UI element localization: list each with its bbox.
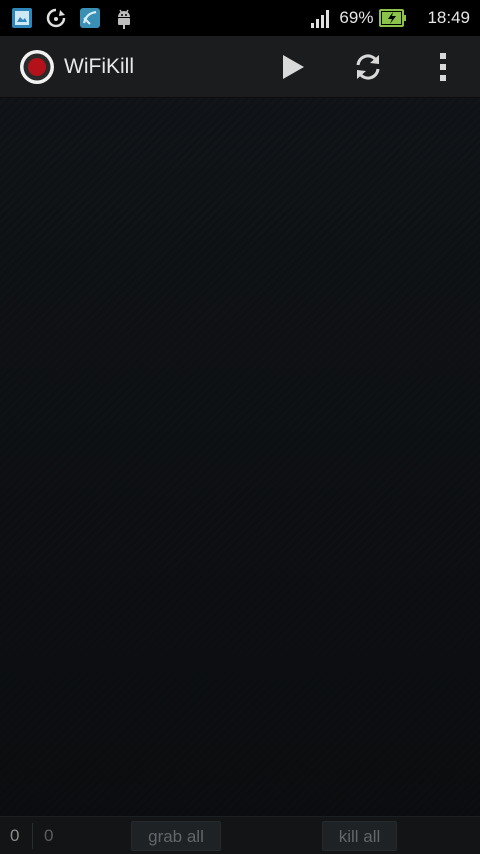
app-notification-icon (80, 8, 100, 28)
device-count: 0 (10, 826, 20, 845)
screen: 69% 18:49 WiFiKill 0 0 grab all kill all (0, 0, 480, 854)
bottom-bar: 0 0 grab all kill all (0, 816, 480, 854)
battery-charging-icon (379, 9, 407, 27)
kill-all-button[interactable]: kill all (322, 821, 397, 851)
record-logo-icon[interactable] (18, 48, 56, 86)
status-bar: 69% 18:49 (0, 0, 480, 36)
refresh-icon (356, 53, 379, 80)
system-status: 69% 18:49 (309, 6, 470, 30)
overflow-menu-icon (439, 52, 446, 81)
refresh-button[interactable] (330, 36, 405, 98)
android-debug-icon (118, 9, 130, 29)
sync-notification-icon (46, 8, 66, 28)
grab-all-button[interactable]: grab all (131, 821, 221, 851)
count-divider (32, 823, 33, 849)
battery-percent: 69% (339, 8, 374, 27)
clock: 18:49 (427, 8, 470, 27)
play-button[interactable] (255, 36, 330, 98)
action-bar: WiFiKill (0, 36, 480, 98)
killed-count: 0 (44, 826, 54, 845)
notification-icons (10, 6, 136, 30)
device-list (0, 98, 480, 816)
action-bar-actions (255, 36, 480, 98)
photo-notification-icon (12, 8, 32, 28)
signal-icon (311, 10, 330, 28)
overflow-menu-button[interactable] (405, 36, 480, 98)
play-icon (282, 54, 304, 79)
app-title: WiFiKill (64, 54, 134, 78)
